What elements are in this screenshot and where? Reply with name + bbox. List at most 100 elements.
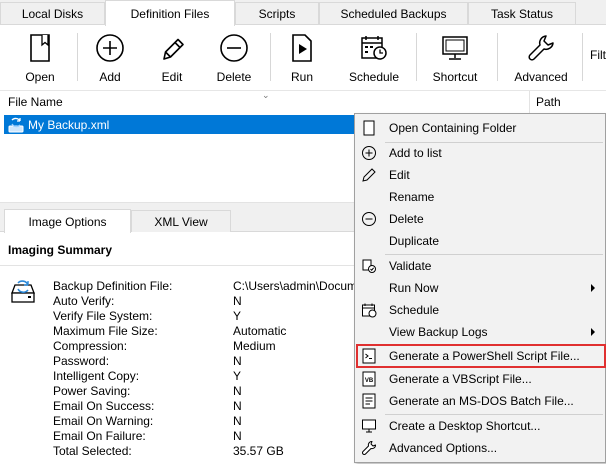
menu-item-open-containing-folder[interactable]: Open Containing Folder <box>357 117 605 139</box>
toolbar: Open Add Edit Delete Run Schedule Shortc… <box>0 25 606 91</box>
context-menu: Open Containing Folder Add to list Edit … <box>354 113 606 463</box>
summary-key: Power Saving: <box>53 384 131 398</box>
summary-value: N <box>233 354 242 368</box>
menu-item-advanced-options[interactable]: Advanced Options... <box>357 437 605 459</box>
summary-key: Email On Failure: <box>53 429 146 443</box>
page-icon <box>363 120 375 136</box>
menu-item-edit[interactable]: Edit <box>357 164 605 186</box>
menu-item-generate-powershell[interactable]: Generate a PowerShell Script File... <box>356 344 606 368</box>
tab-definition-files[interactable]: Definition Files <box>105 0 235 26</box>
menu-item-rename[interactable]: Rename <box>357 186 605 208</box>
sort-indicator-icon: ⌄ <box>262 90 270 100</box>
column-path[interactable]: Path <box>536 95 561 109</box>
schedule-button[interactable]: Schedule <box>345 25 403 91</box>
menu-item-run-now[interactable]: Run Now <box>357 277 605 299</box>
menu-item-generate-batch[interactable]: Generate an MS-DOS Batch File... <box>357 390 605 412</box>
pencil-icon <box>156 32 188 64</box>
menu-item-label: Add to list <box>389 146 442 160</box>
summary-value: N <box>233 399 242 413</box>
summary-value: C:\Users\admin\Docum <box>233 279 358 293</box>
column-file-name[interactable]: File Name <box>8 95 63 109</box>
filter-label: Filt <box>590 48 606 62</box>
column-divider[interactable] <box>529 91 530 113</box>
advanced-button[interactable]: Advanced <box>510 25 572 91</box>
run-button[interactable]: Run <box>278 25 326 91</box>
backup-file-icon <box>8 117 24 132</box>
minus-circle-icon <box>218 32 250 64</box>
menu-item-label: Duplicate <box>389 234 440 248</box>
summary-key: Maximum File Size: <box>53 324 158 338</box>
summary-key: Password: <box>53 354 110 368</box>
menu-item-label: Generate a VBScript File... <box>389 372 532 386</box>
delete-button[interactable]: Delete <box>209 25 259 91</box>
menu-item-label: View Backup Logs <box>389 325 488 339</box>
plus-circle-icon <box>94 32 126 64</box>
monitor-shortcut-icon <box>439 32 471 64</box>
vbscript-icon: VB <box>362 371 376 387</box>
summary-key: Intelligent Copy: <box>53 369 140 383</box>
menu-item-label: Rename <box>389 190 435 204</box>
menu-item-label: Create a Desktop Shortcut... <box>389 419 541 433</box>
calendar-icon <box>362 303 377 318</box>
imaging-summary-title: Imaging Summary <box>8 243 113 257</box>
open-file-icon <box>24 32 56 64</box>
file-list-header: File Name Path <box>0 91 606 113</box>
menu-item-delete[interactable]: Delete <box>357 208 605 230</box>
menu-item-view-backup-logs[interactable]: View Backup Logs <box>357 321 605 343</box>
toolbar-divider <box>270 33 271 81</box>
powershell-icon <box>362 348 376 364</box>
svg-text:VB: VB <box>365 378 374 384</box>
add-button[interactable]: Add <box>85 25 135 91</box>
wrench-icon <box>525 32 557 64</box>
open-label: Open <box>25 70 55 84</box>
summary-key: Compression: <box>53 339 128 353</box>
menu-item-add-to-list[interactable]: Add to list <box>357 142 605 164</box>
main-tabbar: Local Disks Definition Files Scripts Sch… <box>0 0 606 26</box>
tab-task-status[interactable]: Task Status <box>468 2 576 24</box>
menu-item-label: Delete <box>389 212 424 226</box>
menu-item-schedule[interactable]: Schedule <box>357 299 605 321</box>
filter-button[interactable]: Filt <box>590 25 606 91</box>
toolbar-divider <box>497 33 498 81</box>
file-name: My Backup.xml <box>28 117 110 132</box>
summary-key: Total Selected: <box>53 444 132 458</box>
open-button[interactable]: Open <box>14 25 66 91</box>
minus-circle-icon <box>362 212 376 226</box>
edit-button[interactable]: Edit <box>147 25 197 91</box>
app-window: Local Disks Definition Files Scripts Sch… <box>0 0 606 464</box>
toolbar-divider <box>416 33 417 81</box>
toolbar-divider <box>77 33 78 81</box>
summary-key: Email On Warning: <box>53 414 154 428</box>
toolbar-divider <box>582 33 583 81</box>
menu-item-label: Open Containing Folder <box>389 121 517 135</box>
schedule-label: Schedule <box>348 70 400 84</box>
tab-image-options[interactable]: Image Options <box>4 209 131 233</box>
shortcut-button[interactable]: Shortcut <box>426 25 484 91</box>
menu-item-label: Generate a PowerShell Script File... <box>389 349 580 363</box>
menu-item-label: Schedule <box>389 303 440 317</box>
menu-item-duplicate[interactable]: Duplicate <box>357 230 605 252</box>
menu-item-create-desktop-shortcut[interactable]: Create a Desktop Shortcut... <box>357 415 605 437</box>
validate-icon <box>362 259 376 273</box>
menu-item-label: Validate <box>389 259 432 273</box>
tab-xml-view[interactable]: XML View <box>131 210 231 232</box>
tab-scripts[interactable]: Scripts <box>235 2 319 24</box>
summary-key: Backup Definition File: <box>53 279 173 293</box>
summary-key: Auto Verify: <box>53 294 115 308</box>
delete-label: Delete <box>216 70 252 84</box>
summary-key: Verify File System: <box>53 309 153 323</box>
tab-local-disks[interactable]: Local Disks <box>0 2 105 24</box>
submenu-arrow-icon <box>591 284 595 292</box>
advanced-label: Advanced <box>514 70 568 84</box>
tab-scheduled-backups[interactable]: Scheduled Backups <box>319 2 468 24</box>
submenu-arrow-icon <box>591 328 595 336</box>
summary-value: N <box>233 414 242 428</box>
menu-item-generate-vbscript[interactable]: VB Generate a VBScript File... <box>357 368 605 390</box>
summary-value: N <box>233 384 242 398</box>
pencil-icon <box>362 168 376 182</box>
summary-value: N <box>233 294 242 308</box>
menu-item-validate[interactable]: Validate <box>357 255 605 277</box>
menu-item-label: Advanced Options... <box>389 441 498 455</box>
plus-circle-icon <box>362 146 376 160</box>
menu-item-label: Run Now <box>389 281 439 295</box>
